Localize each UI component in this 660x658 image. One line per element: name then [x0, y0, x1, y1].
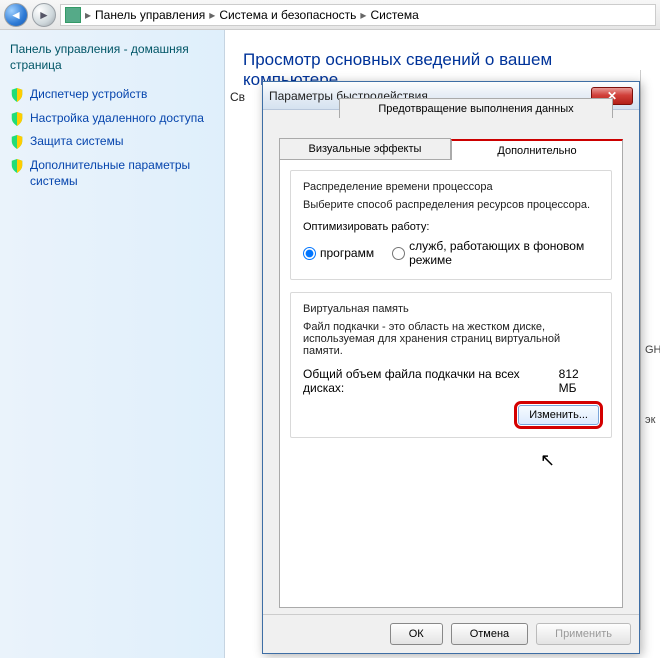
shield-icon — [10, 88, 24, 102]
sidebar-item-label: Дополнительные параметры системы — [30, 158, 214, 189]
sidebar: Панель управления - домашняя страница Ди… — [0, 30, 225, 658]
sidebar-item-label: Настройка удаленного доступа — [30, 111, 204, 127]
total-pagefile-label: Общий объем файла подкачки на всех диска… — [303, 367, 559, 395]
group-description: Выберите способ распределения ресурсов п… — [303, 199, 599, 211]
radio-services-input[interactable] — [392, 247, 405, 260]
chevron-right-icon: ▸ — [360, 8, 366, 22]
tab-dep[interactable]: Предотвращение выполнения данных — [339, 98, 613, 118]
cancel-button[interactable]: Отмена — [451, 623, 528, 645]
virtual-memory-group: Виртуальная память Файл подкачки - это о… — [290, 292, 612, 438]
back-button[interactable]: ◄ — [4, 3, 28, 27]
sidebar-item-label: Диспетчер устройств — [30, 87, 147, 103]
sidebar-item-label: Защита системы — [30, 134, 123, 150]
forward-button[interactable]: ► — [32, 3, 56, 27]
breadcrumb[interactable]: ▸ Панель управления ▸ Система и безопасн… — [60, 4, 656, 26]
sidebar-item-remote-access[interactable]: Настройка удаленного доступа — [10, 111, 214, 127]
radio-label: служб, работающих в фоновом режиме — [409, 239, 599, 267]
dialog-button-row: ОК Отмена Применить — [263, 614, 639, 653]
group-title: Распределение времени процессора — [303, 181, 599, 193]
chevron-right-icon: ▸ — [209, 8, 215, 22]
computer-icon — [65, 7, 81, 23]
shield-icon — [10, 112, 24, 126]
breadcrumb-item[interactable]: Панель управления — [95, 8, 205, 22]
right-edge-panel: GH эк — [640, 70, 660, 630]
chevron-right-icon: ▸ — [85, 8, 91, 22]
shield-icon — [10, 159, 24, 173]
performance-options-dialog: Параметры быстродействия ✕ Предотвращени… — [262, 81, 640, 654]
nav-bar: ◄ ► ▸ Панель управления ▸ Система и безо… — [0, 0, 660, 30]
change-button[interactable]: Изменить... — [518, 405, 599, 425]
cpu-scheduling-group: Распределение времени процессора Выберит… — [290, 170, 612, 280]
group-title: Виртуальная память — [303, 303, 599, 315]
sidebar-item-advanced-settings[interactable]: Дополнительные параметры системы — [10, 158, 214, 189]
group-description: Файл подкачки - это область на жестком д… — [303, 321, 599, 357]
apply-button[interactable]: Применить — [536, 623, 631, 645]
radio-programs[interactable]: программ — [303, 246, 374, 260]
edge-text: эк — [645, 410, 656, 430]
radio-label: программ — [320, 246, 374, 260]
breadcrumb-item[interactable]: Система — [370, 8, 418, 22]
optimize-label: Оптимизировать работу: — [303, 221, 599, 233]
edge-text: GH — [645, 340, 656, 360]
truncated-text: Св — [230, 90, 245, 104]
radio-services[interactable]: служб, работающих в фоновом режиме — [392, 239, 599, 267]
sidebar-item-system-protection[interactable]: Защита системы — [10, 134, 214, 150]
shield-icon — [10, 135, 24, 149]
tab-visual-effects[interactable]: Визуальные эффекты — [279, 138, 451, 159]
breadcrumb-item[interactable]: Система и безопасность — [219, 8, 356, 22]
control-panel-home-link[interactable]: Панель управления - домашняя страница — [10, 42, 214, 73]
tab-advanced[interactable]: Дополнительно — [451, 139, 623, 160]
total-pagefile-value: 812 МБ — [559, 367, 599, 395]
ok-button[interactable]: ОК — [390, 623, 443, 645]
radio-programs-input[interactable] — [303, 247, 316, 260]
sidebar-item-device-manager[interactable]: Диспетчер устройств — [10, 87, 214, 103]
